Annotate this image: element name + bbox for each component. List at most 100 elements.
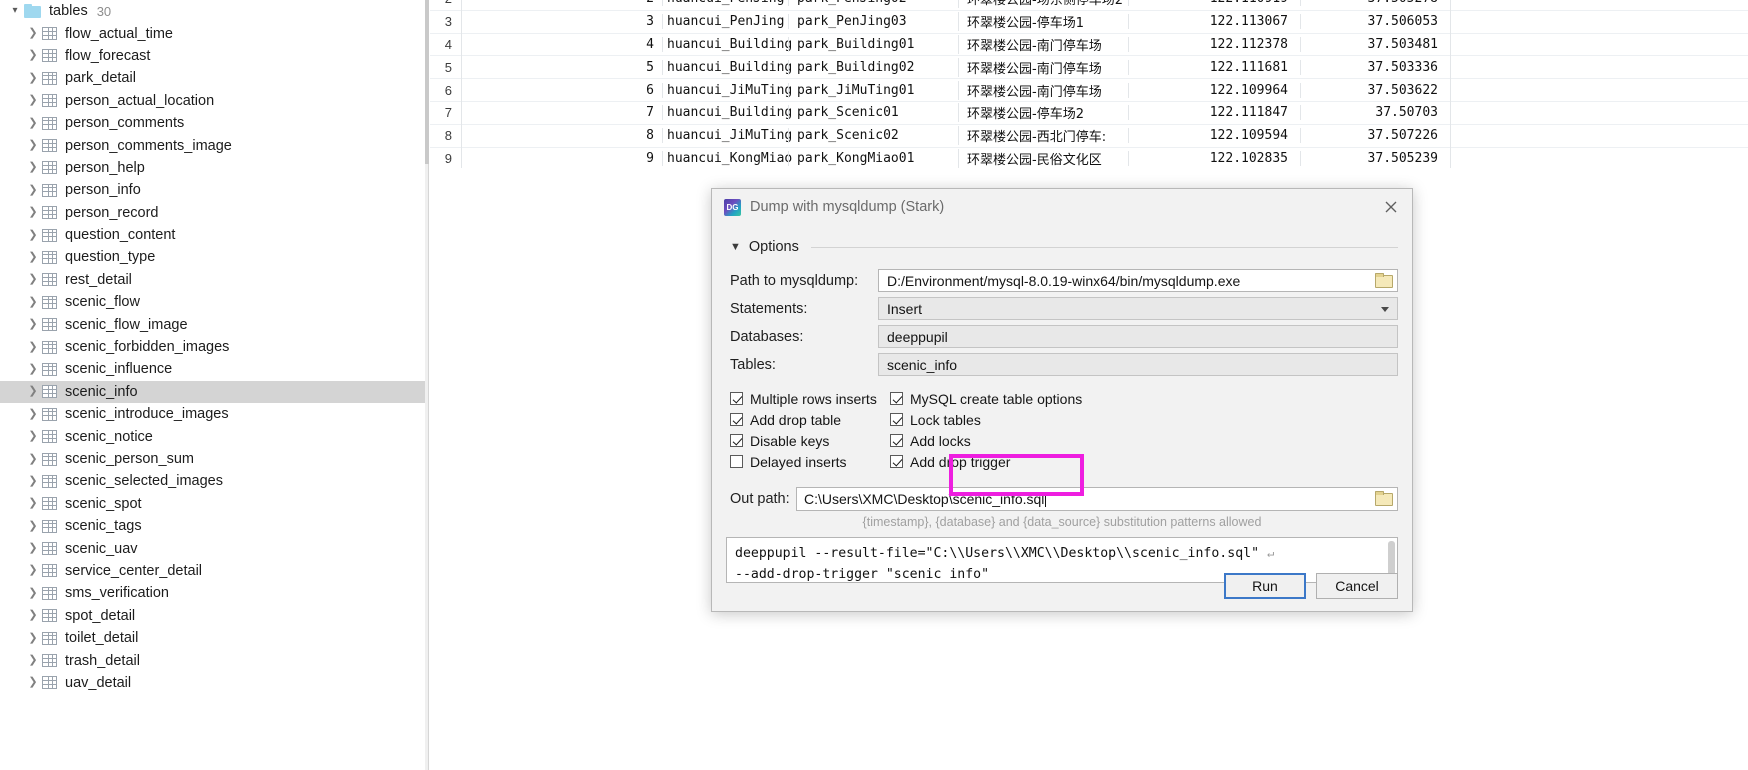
cell-longitude[interactable]: 122.109964 <box>1128 82 1300 98</box>
tree-node-scenic-flow-image[interactable]: ❯ scenic_flow_image <box>0 313 425 335</box>
cell-park-id[interactable]: park_JiMuTing01 <box>788 82 958 98</box>
tree-node-question-content[interactable]: ❯ question_content <box>0 224 425 246</box>
chevron-right-icon[interactable]: ❯ <box>24 117 42 129</box>
cell-latitude[interactable]: 37.503336 <box>1300 59 1450 75</box>
tree-node-scenic-spot[interactable]: ❯ scenic_spot <box>0 493 425 515</box>
cell-id[interactable]: 8 <box>462 128 662 143</box>
checkbox-box[interactable] <box>730 392 743 405</box>
tree-node-scenic-person-sum[interactable]: ❯ scenic_person_sum <box>0 448 425 470</box>
cell-scenic-id[interactable]: huancui_JiMuTing <box>662 82 792 98</box>
tree-node-scenic-forbidden-images[interactable]: ❯ scenic_forbidden_images <box>0 336 425 358</box>
triangle-down-icon[interactable]: ▼ <box>730 241 741 253</box>
cell-park-id[interactable]: park_Building02 <box>788 59 958 75</box>
cell-id[interactable]: 2 <box>462 0 662 6</box>
field-input[interactable]: Insert <box>878 297 1398 320</box>
chevron-right-icon[interactable]: ❯ <box>24 296 42 308</box>
field-input[interactable]: deeppupil <box>878 325 1398 348</box>
checkbox-box[interactable] <box>890 413 903 426</box>
table-row[interactable]: 8 8 huancui_JiMuTing park_Scenic02 环翠楼公园-西北门… <box>430 124 1748 148</box>
tree-node-spot-detail[interactable]: ❯ spot_detail <box>0 605 425 627</box>
tree-node-person-comments[interactable]: ❯ person_comments <box>0 112 425 134</box>
checkbox-add-drop-trigger[interactable]: Add drop trigger <box>890 454 1010 470</box>
cell-id[interactable]: 3 <box>462 14 662 29</box>
close-icon[interactable] <box>1382 198 1400 216</box>
tree-node-scenic-introduce-images[interactable]: ❯ scenic_introduce_images <box>0 403 425 425</box>
checkbox-mysql-create-table-options[interactable]: MySQL create table options <box>890 391 1082 407</box>
table-row[interactable]: 3 3 huancui_PenJing park_PenJing03 环翠楼公园-停车场… <box>430 10 1748 34</box>
cell-scenic-id[interactable]: huancui_Building <box>662 105 792 121</box>
cell-longitude[interactable]: 122.109594 <box>1128 128 1300 144</box>
cell-longitude[interactable]: 122.113067 <box>1128 14 1300 30</box>
cell-park-id[interactable]: park_Building01 <box>788 36 958 52</box>
cell-park-id[interactable]: park_PenJing03 <box>788 14 958 30</box>
cell-id[interactable]: 4 <box>462 37 662 52</box>
cell-scenic-id[interactable]: huancui_Building <box>662 59 792 75</box>
cell-id[interactable]: 6 <box>462 83 662 98</box>
chevron-right-icon[interactable]: ❯ <box>24 677 42 688</box>
cell-park-id[interactable]: park_PenJing02 <box>788 0 958 7</box>
cell-id[interactable]: 7 <box>462 105 662 120</box>
cell-latitude[interactable]: 37.506053 <box>1300 14 1450 30</box>
field-input[interactable]: D:/Environment/mysql-8.0.19-winx64/bin/m… <box>878 269 1398 292</box>
cell-park-id[interactable]: park_Scenic01 <box>788 105 958 121</box>
tree-node-service-center-detail[interactable]: ❯ service_center_detail <box>0 560 425 582</box>
chevron-down-icon[interactable] <box>1381 307 1389 312</box>
tree-node-person-actual-location[interactable]: ❯ person_actual_location <box>0 90 425 112</box>
database-tree-sidebar[interactable]: ▾ tables 30 ❯ flow_actual_time ❯ flow_forecast… <box>0 0 425 770</box>
cell-id[interactable]: 5 <box>462 60 662 75</box>
tree-node-flow-forecast[interactable]: ❯ flow_forecast <box>0 45 425 67</box>
cell-latitude[interactable]: 37.503481 <box>1300 36 1450 52</box>
tree-node-scenic-flow[interactable]: ❯ scenic_flow <box>0 291 425 313</box>
chevron-right-icon[interactable]: ❯ <box>24 363 42 375</box>
cell-latitude[interactable]: 37.507226 <box>1300 128 1450 144</box>
chevron-right-icon[interactable]: ❯ <box>24 408 42 420</box>
chevron-right-icon[interactable]: ❯ <box>24 72 42 84</box>
tree-node-person-comments-image[interactable]: ❯ person_comments_image <box>0 134 425 156</box>
chevron-right-icon[interactable]: ❯ <box>24 274 42 285</box>
checkbox-add-locks[interactable]: Add locks <box>890 433 971 449</box>
chevron-right-icon[interactable]: ❯ <box>24 207 42 218</box>
checkbox-box[interactable] <box>890 434 903 447</box>
chevron-down-icon[interactable]: ▾ <box>6 6 24 16</box>
chevron-right-icon[interactable]: ❯ <box>24 162 42 173</box>
cell-latitude[interactable]: 37.505278 <box>1300 0 1450 7</box>
checkbox-box[interactable] <box>890 455 903 468</box>
checkbox-box[interactable] <box>890 392 903 405</box>
cell-latitude[interactable]: 37.503622 <box>1300 82 1450 98</box>
tree-node-trash-detail[interactable]: ❯ trash_detail <box>0 649 425 671</box>
cell-name[interactable]: 环翠楼公园-南门停车场 <box>958 34 1128 54</box>
cell-longitude[interactable]: 122.111681 <box>1128 59 1300 75</box>
sidebar-scrollbar-thumb[interactable] <box>425 0 429 164</box>
cell-scenic-id[interactable]: huancui_PenJing <box>662 0 788 7</box>
chevron-right-icon[interactable]: ❯ <box>24 50 42 61</box>
chevron-right-icon[interactable]: ❯ <box>24 319 42 330</box>
chevron-right-icon[interactable]: ❯ <box>24 587 42 599</box>
tree-node-scenic-info[interactable]: ❯ scenic_info <box>0 380 425 404</box>
tree-node-scenic-selected-images[interactable]: ❯ scenic_selected_images <box>0 470 425 492</box>
checkbox-delayed-inserts[interactable]: Delayed inserts <box>730 454 890 470</box>
chevron-right-icon[interactable]: ❯ <box>24 251 42 263</box>
tree-node-question-type[interactable]: ❯ question_type <box>0 246 425 268</box>
tree-node-tables[interactable]: ▾ tables 30 <box>0 0 425 22</box>
tree-node-park-detail[interactable]: ❯ park_detail <box>0 67 425 89</box>
chevron-right-icon[interactable]: ❯ <box>24 565 42 576</box>
cell-scenic-id[interactable]: huancui_KongMiao <box>662 150 792 166</box>
chevron-right-icon[interactable]: ❯ <box>24 655 42 666</box>
cell-id[interactable]: 9 <box>462 151 662 166</box>
chevron-right-icon[interactable]: ❯ <box>24 28 42 39</box>
chevron-right-icon[interactable]: ❯ <box>24 498 42 509</box>
tree-node-scenic-notice[interactable]: ❯ scenic_notice <box>0 425 425 447</box>
cell-park-id[interactable]: park_KongMiao01 <box>788 150 958 166</box>
out-path-input[interactable]: C:\Users\XMC\Desktop\scenic_info.sql <box>796 487 1398 511</box>
tree-node-rest-detail[interactable]: ❯ rest_detail <box>0 269 425 291</box>
chevron-right-icon[interactable]: ❯ <box>24 184 42 196</box>
checkbox-multiple-rows-inserts[interactable]: Multiple rows inserts <box>730 391 890 407</box>
cell-longitude[interactable]: 122.102835 <box>1128 150 1300 166</box>
chevron-right-icon[interactable]: ❯ <box>24 431 42 442</box>
cell-scenic-id[interactable]: huancui_PenJing <box>662 14 788 30</box>
tree-node-person-info[interactable]: ❯ person_info <box>0 179 425 201</box>
checkbox-add-drop-table[interactable]: Add drop table <box>730 412 890 428</box>
dump-with-mysqldump-dialog[interactable]: Dump with mysqldump (Stark) ▼ Options Pa… <box>711 188 1413 612</box>
cell-latitude[interactable]: 37.50703 <box>1300 105 1450 121</box>
cell-name[interactable]: 环翠楼公园-西北门停车: <box>958 126 1128 146</box>
